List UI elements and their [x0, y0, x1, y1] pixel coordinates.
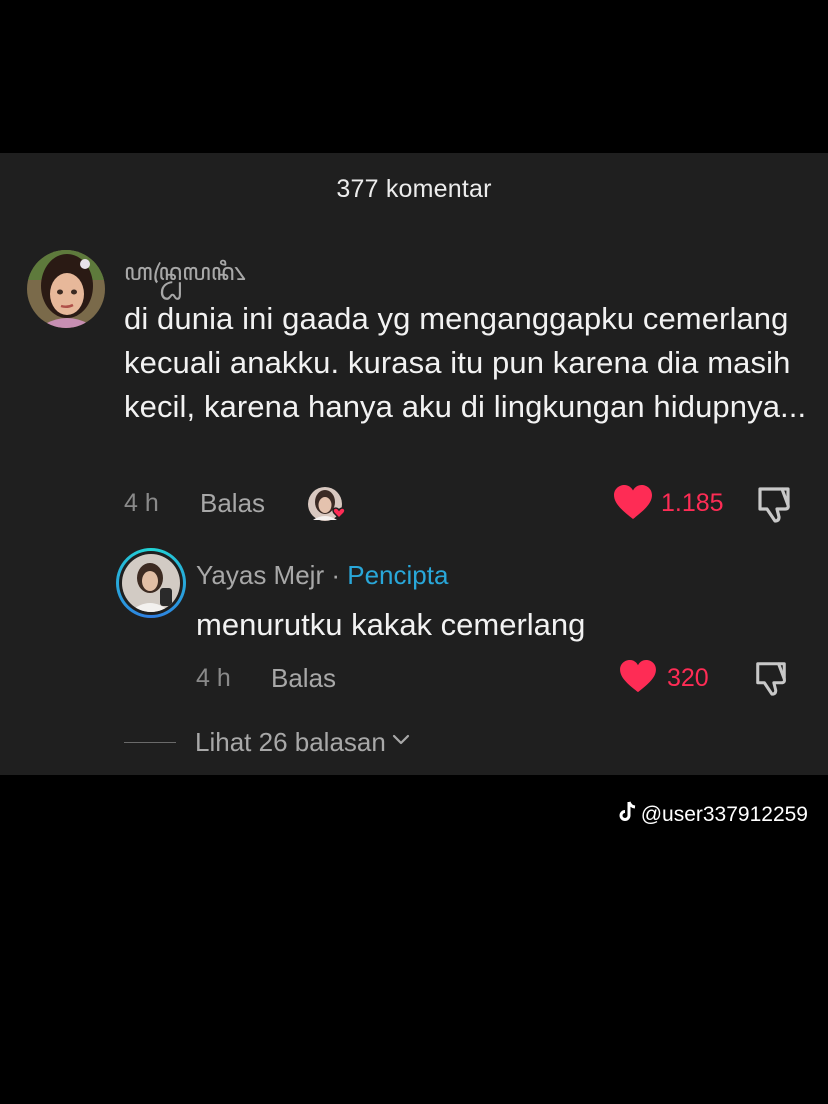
reply-author-line: Yayas Mejr · Pencipta: [196, 560, 448, 591]
view-replies-button[interactable]: Lihat 26 balasan: [124, 725, 410, 759]
reply-author-separator: ·: [331, 560, 341, 590]
commenter-avatar[interactable]: [27, 250, 105, 328]
commenter-username[interactable]: ꦲꦤ꧀ꦝꦿꦭꦤꦶ꧈: [124, 253, 246, 302]
reply-author-avatar[interactable]: [116, 548, 186, 618]
reply-author-name[interactable]: Yayas Mejr: [196, 560, 324, 590]
heart-icon[interactable]: [619, 660, 657, 699]
dislike-icon[interactable]: [751, 660, 791, 701]
reply-like-count: 320: [667, 664, 709, 692]
reply-reply-button[interactable]: Balas: [271, 663, 336, 694]
view-replies-label: Lihat 26 balasan: [195, 726, 386, 757]
comment-time: 4 h: [124, 489, 159, 517]
view-replies-divider: [124, 741, 176, 743]
chevron-down-icon: [392, 733, 410, 751]
tiktok-logo-icon: [618, 801, 638, 829]
comments-panel: 377 komentar ꦲꦤ꧀ꦝꦿꦭꦤꦶ꧈ di dunia ini gaad…: [0, 153, 828, 775]
heart-icon[interactable]: [613, 485, 653, 526]
creator-liked-indicator: [307, 486, 347, 526]
comment-like-count: 1.185: [661, 489, 724, 517]
comments-count-title: 377 komentar: [336, 175, 492, 203]
tiktok-watermark: @user337912259: [618, 801, 808, 829]
watermark-handle: @user337912259: [640, 803, 808, 826]
comment-text: di dunia ini gaada yg menganggapku cemer…: [124, 301, 807, 424]
reply-time: 4 h: [196, 664, 231, 692]
creator-badge: Pencipta: [347, 560, 449, 590]
comment-reply-button[interactable]: Balas: [200, 488, 265, 519]
dislike-icon[interactable]: [753, 485, 795, 528]
reply-text: menurutku kakak cemerlang: [196, 607, 586, 642]
